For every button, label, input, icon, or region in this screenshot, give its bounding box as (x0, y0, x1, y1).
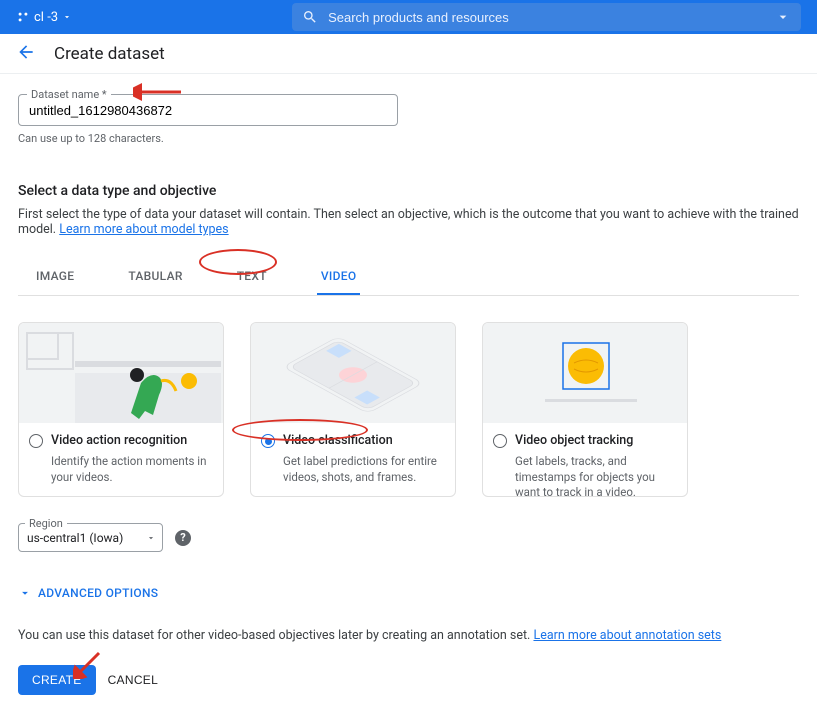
region-select[interactable]: Region us-central1 (Iowa) (18, 523, 163, 552)
dataset-name-input[interactable] (29, 103, 387, 118)
datatype-tabs: IMAGE TABULAR TEXT VIDEO (18, 259, 799, 296)
radio-button[interactable] (493, 434, 507, 448)
note-text: You can use this dataset for other video… (18, 628, 799, 643)
card-title: Video object tracking (515, 433, 675, 448)
tab-video[interactable]: VIDEO (317, 259, 361, 295)
annotation-arrow-icon (73, 651, 101, 679)
tab-image[interactable]: IMAGE (32, 259, 78, 295)
arrow-left-icon (16, 42, 36, 62)
card-title: Video action recognition (51, 433, 211, 448)
help-icon[interactable]: ? (175, 530, 191, 546)
cancel-button[interactable]: CANCEL (108, 673, 158, 687)
objective-card-classification[interactable]: Video classification Get label prediction… (250, 322, 456, 497)
tab-text[interactable]: TEXT (233, 259, 271, 295)
chevron-down-icon (18, 586, 32, 600)
card-desc: Get label predictions for entire videos,… (283, 454, 443, 485)
tab-tabular[interactable]: TABULAR (124, 259, 186, 295)
product-icon (16, 10, 30, 24)
card-illustration (483, 323, 687, 423)
field-hint: Can use up to 128 characters. (18, 132, 799, 145)
card-desc: Identify the action moments in your vide… (51, 454, 211, 485)
card-desc: Get labels, tracks, and timestamps for o… (515, 454, 675, 497)
card-illustration (251, 323, 455, 423)
learn-more-annotation-link[interactable]: Learn more about annotation sets (533, 628, 721, 643)
back-button[interactable] (16, 42, 36, 66)
search-box[interactable] (292, 3, 801, 31)
learn-more-link[interactable]: Learn more about model types (59, 222, 228, 237)
search-input[interactable] (328, 10, 765, 25)
section-desc: First select the type of data your datas… (18, 207, 799, 237)
page-title: Create dataset (54, 44, 165, 64)
advanced-options-toggle[interactable]: ADVANCED OPTIONS (18, 586, 799, 600)
card-title: Video classification (283, 433, 443, 448)
objective-card-tracking[interactable]: Video object tracking Get labels, tracks,… (482, 322, 688, 497)
radio-button[interactable] (29, 434, 43, 448)
project-name: cl -3 (34, 10, 58, 25)
chevron-down-icon (62, 12, 72, 22)
section-title: Select a data type and objective (18, 183, 799, 199)
field-label: Dataset name * (27, 88, 111, 101)
radio-button[interactable] (261, 434, 275, 448)
dataset-name-field[interactable]: Dataset name * (18, 94, 398, 126)
objective-card-action[interactable]: Video action recognition Identify the act… (18, 322, 224, 497)
region-value: us-central1 (Iowa) (27, 531, 123, 545)
card-illustration (19, 323, 223, 423)
region-label: Region (25, 517, 67, 530)
chevron-down-icon (146, 532, 156, 547)
project-selector[interactable]: cl -3 (16, 10, 72, 25)
search-icon (302, 9, 318, 25)
chevron-down-icon (775, 9, 791, 25)
annotation-arrow-icon (133, 83, 183, 101)
